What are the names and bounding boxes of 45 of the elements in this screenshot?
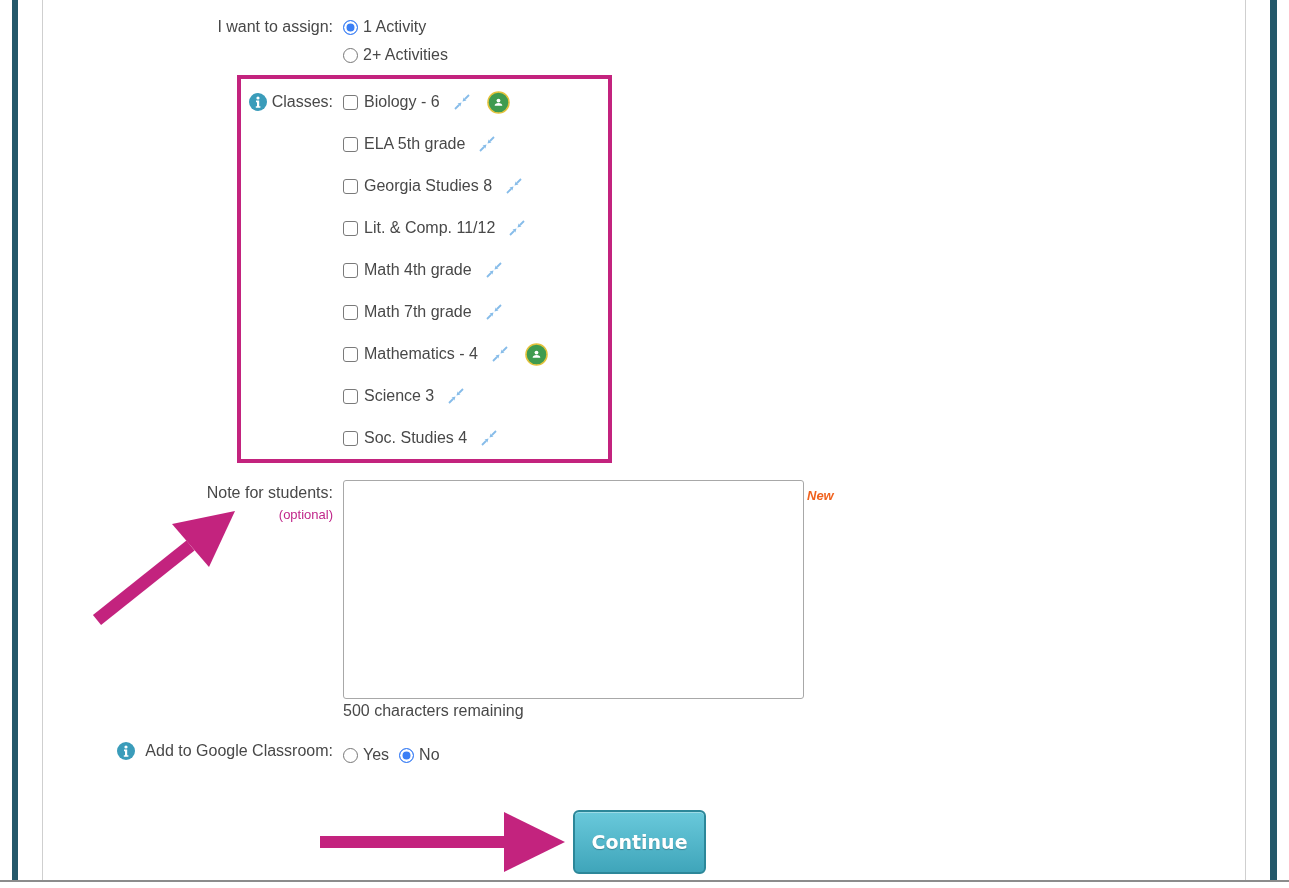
field-label: I want to assign: [217, 17, 333, 37]
character-counter: 500 characters remaining [343, 701, 524, 721]
checkbox[interactable] [343, 262, 358, 278]
info-icon [117, 742, 136, 760]
checkbox[interactable] [343, 430, 358, 446]
class-label[interactable]: Georgia Studies 8 [364, 177, 493, 195]
checkbox[interactable] [343, 178, 358, 194]
field-label: Classes: [271, 92, 333, 112]
radio-label[interactable]: 2+ Activities [363, 46, 448, 64]
radio-button[interactable] [343, 47, 358, 63]
inward-arrows-icon [448, 388, 465, 404]
class-label[interactable]: Soc. Studies 4 [364, 429, 468, 447]
optional-hint: (optional) [278, 506, 333, 524]
inward-arrows-icon [509, 220, 526, 236]
radio-button[interactable] [343, 747, 358, 763]
checkbox[interactable] [343, 136, 358, 152]
class-label[interactable]: Science 3 [364, 387, 435, 405]
inward-arrows-icon [485, 304, 502, 320]
inward-arrows-icon [485, 262, 502, 278]
class-label[interactable]: Biology - 6 [364, 93, 440, 111]
field-label: Note for students: [206, 483, 333, 503]
class-label[interactable]: Mathematics - 4 [364, 345, 478, 363]
radio-label[interactable]: 1 Activity [363, 18, 427, 36]
inward-arrows-icon [481, 430, 498, 446]
info-icon [248, 93, 267, 111]
new-tag: New [807, 488, 834, 504]
checkbox[interactable] [343, 388, 358, 404]
inward-arrows-icon [491, 346, 508, 362]
radio-label[interactable]: No [419, 746, 440, 764]
class-label[interactable]: ELA 5th grade [364, 135, 466, 153]
checkbox[interactable] [343, 94, 358, 110]
checkbox[interactable] [343, 346, 358, 362]
checkbox[interactable] [343, 304, 358, 320]
radio-label[interactable]: Yes [363, 746, 390, 764]
class-label[interactable]: Math 4th grade [364, 261, 472, 279]
class-label[interactable]: Math 7th grade [364, 303, 472, 321]
field-label: Add to Google Classroom: [145, 741, 333, 761]
inward-arrows-icon [479, 136, 496, 152]
class-label[interactable]: Lit. & Comp. 11/12 [364, 219, 496, 237]
checkbox[interactable] [343, 220, 358, 236]
note-field[interactable] [343, 480, 804, 699]
radio-button[interactable] [399, 747, 415, 763]
inward-arrows-icon [453, 94, 470, 110]
radio-button[interactable] [343, 19, 358, 35]
inward-arrows-icon [506, 178, 523, 194]
